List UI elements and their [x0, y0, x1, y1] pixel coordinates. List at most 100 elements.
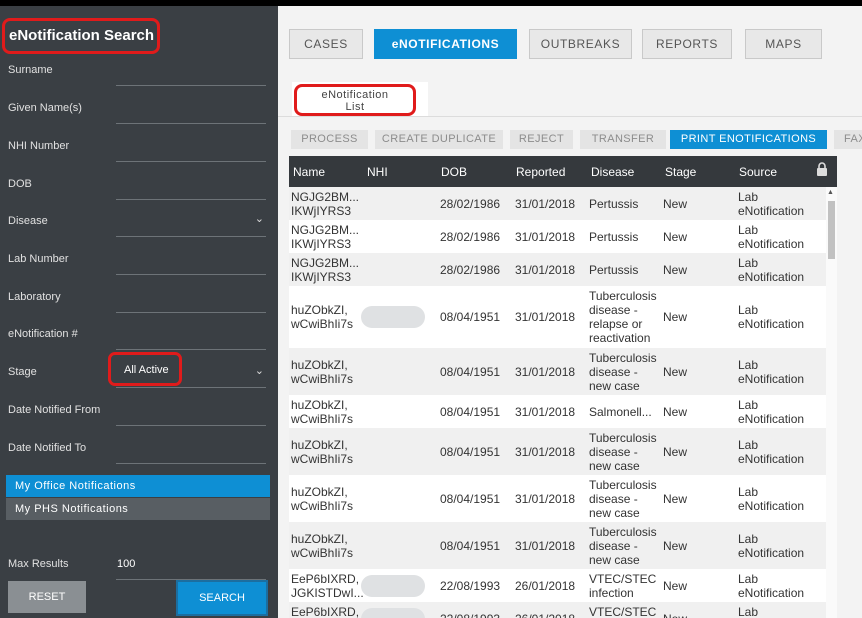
tab-maps[interactable]: MAPS — [745, 29, 822, 59]
print-enotifications-button[interactable]: PRINT ENOTIFICATIONS — [670, 130, 827, 149]
tab-reports[interactable]: REPORTS — [642, 29, 732, 59]
cell-reported: 31/01/2018 — [515, 229, 576, 244]
scroll-thumb[interactable] — [828, 201, 835, 259]
table-row[interactable]: huZObkZI, wCwiBhIi7s 08/04/1951 31/01/2018 T… — [289, 522, 826, 569]
cell-name: huZObkZI, wCwiBhIi7s — [291, 303, 354, 331]
tab-cases[interactable]: CASES — [289, 29, 363, 59]
cell-reported: 31/01/2018 — [515, 196, 576, 211]
fax-button[interactable]: FAX — [834, 130, 862, 149]
enotification-number-field[interactable]: eNotification # — [0, 318, 278, 356]
date-to-input[interactable] — [116, 463, 266, 464]
table-row[interactable]: huZObkZI, wCwiBhIi7s 08/04/1951 31/01/2018 T… — [289, 428, 826, 475]
cell-dob: 08/04/1951 — [440, 538, 501, 553]
nhi-number-label: NHI Number — [8, 140, 70, 152]
table-row[interactable]: huZObkZI, wCwiBhIi7s 08/04/1951 31/01/2018 S… — [289, 395, 826, 428]
table-row[interactable]: EeP6bIXRD, JGKISTDwI... 22/08/1993 26/01/20… — [289, 569, 826, 602]
subtab-label-line1: eNotification — [321, 89, 389, 101]
cell-name: NGJG2BM... IKWjIYRS3 — [291, 222, 360, 251]
tab-enotifications[interactable]: eNOTIFICATIONS — [374, 29, 517, 59]
cell-dob: 08/04/1951 — [440, 364, 501, 379]
tab-outbreaks[interactable]: OUTBREAKS — [529, 29, 632, 59]
cell-dob: 08/04/1951 — [440, 404, 501, 419]
enotification-number-label: eNotification # — [8, 328, 78, 340]
cell-disease: Salmonell... — [589, 404, 652, 419]
search-button[interactable]: SEARCH — [176, 580, 268, 616]
transfer-button[interactable]: TRANSFER — [580, 130, 666, 149]
dob-field[interactable]: DOB — [0, 168, 278, 206]
date-from-field[interactable]: Date Notified From — [0, 394, 278, 432]
cell-name: huZObkZI, wCwiBhIi7s — [291, 484, 354, 513]
cell-stage: New — [663, 262, 688, 277]
my-office-notifications-button[interactable]: My Office Notifications — [6, 475, 270, 497]
cell-dob: 22/08/1993 — [440, 612, 500, 618]
lab-number-field[interactable]: Lab Number — [0, 243, 278, 281]
subtab-divider — [278, 116, 862, 117]
laboratory-field[interactable]: Laboratory — [0, 281, 278, 319]
dob-label: DOB — [8, 178, 32, 190]
cell-source: Lab eNotification — [738, 357, 805, 386]
dob-input[interactable] — [116, 199, 266, 200]
table-scrollbar[interactable]: ▲ — [826, 187, 837, 618]
table-row[interactable]: NGJG2BM... IKWjIYRS3 28/02/1986 31/01/2018 P… — [289, 220, 826, 253]
table-row[interactable]: huZObkZI, wCwiBhIi7s 08/04/1951 31/01/2018 T… — [289, 286, 826, 348]
date-to-field[interactable]: Date Notified To — [0, 432, 278, 470]
disease-input[interactable] — [116, 236, 266, 237]
cell-disease: Tuberculosis disease - new case — [589, 477, 657, 520]
my-phs-notifications-button[interactable]: My PHS Notifications — [6, 498, 270, 520]
max-results-input[interactable]: 100 — [117, 558, 135, 570]
table-row[interactable]: EeP6bIXRD, 22/08/1993 26/01/2018 VTEC/STEC N… — [289, 602, 826, 618]
nhi-number-field[interactable]: NHI Number — [0, 130, 278, 168]
given-names-field[interactable]: Given Name(s) — [0, 92, 278, 130]
table-row[interactable]: NGJG2BM... IKWjIYRS3 28/02/1986 31/01/2018 P… — [289, 187, 826, 220]
cell-disease: Pertussis — [589, 262, 639, 277]
cell-dob: 22/08/1993 — [440, 578, 501, 593]
reject-button[interactable]: REJECT — [510, 130, 573, 149]
cell-name: EeP6bIXRD, JGKISTDwI... — [291, 571, 364, 600]
table-row[interactable]: NGJG2BM... IKWjIYRS3 28/02/1986 31/01/2018 P… — [289, 253, 826, 286]
subtab-label[interactable]: eNotification List — [294, 84, 416, 116]
table-header: Name NHI DOB Reported Disease Stage Sour… — [289, 156, 837, 187]
nhi-redacted — [361, 607, 425, 618]
stage-select[interactable]: All Active — [124, 364, 169, 376]
surname-field[interactable]: Surname — [0, 54, 278, 92]
col-disease[interactable]: Disease — [591, 165, 634, 179]
laboratory-input[interactable] — [116, 312, 266, 313]
col-name[interactable]: Name — [293, 165, 325, 179]
main-panel: CASES eNOTIFICATIONS OUTBREAKS REPORTS M… — [278, 6, 862, 618]
date-to-label: Date Notified To — [8, 442, 87, 454]
reset-button[interactable]: RESET — [8, 581, 86, 613]
process-button[interactable]: PROCESS — [291, 130, 368, 149]
subtab-label-line2: List — [345, 101, 365, 113]
lock-icon[interactable] — [816, 162, 828, 179]
cell-disease: Tuberculosis disease - new case — [589, 350, 657, 393]
col-source[interactable]: Source — [739, 165, 777, 179]
cell-reported: 31/01/2018 — [515, 404, 576, 419]
cell-source: Lab eNotification — [738, 222, 805, 251]
cell-disease: Tuberculosis disease - new case — [589, 524, 657, 567]
cell-source: Lab eNotification — [738, 303, 805, 331]
cell-source: Lab — [738, 604, 759, 618]
create-duplicate-button[interactable]: CREATE DUPLICATE — [375, 130, 503, 149]
table-row[interactable]: huZObkZI, wCwiBhIi7s 08/04/1951 31/01/2018 T… — [289, 475, 826, 522]
table-row[interactable]: huZObkZI, wCwiBhIi7s 08/04/1951 31/01/2018 T… — [289, 348, 826, 395]
chevron-down-icon[interactable]: ⌄ — [255, 212, 264, 225]
cell-stage: New — [663, 404, 688, 419]
col-dob[interactable]: DOB — [441, 165, 467, 179]
col-nhi[interactable]: NHI — [367, 165, 388, 179]
enotification-number-input[interactable] — [116, 349, 266, 350]
disease-select[interactable]: Disease ⌄ — [0, 205, 278, 243]
given-names-input[interactable] — [116, 123, 266, 124]
nhi-redacted — [361, 574, 425, 597]
date-from-input[interactable] — [116, 425, 266, 426]
nhi-number-input[interactable] — [116, 161, 266, 162]
cell-stage: New — [663, 196, 688, 211]
lab-number-input[interactable] — [116, 274, 266, 275]
col-stage[interactable]: Stage — [665, 165, 696, 179]
scroll-up-icon[interactable]: ▲ — [827, 189, 834, 196]
cell-reported: 31/01/2018 — [515, 262, 576, 277]
cell-reported: 31/01/2018 — [515, 444, 576, 459]
col-reported[interactable]: Reported — [516, 165, 565, 179]
chevron-down-icon[interactable]: ⌄ — [255, 364, 264, 377]
surname-input[interactable] — [116, 85, 266, 86]
cell-name: huZObkZI, wCwiBhIi7s — [291, 397, 354, 426]
